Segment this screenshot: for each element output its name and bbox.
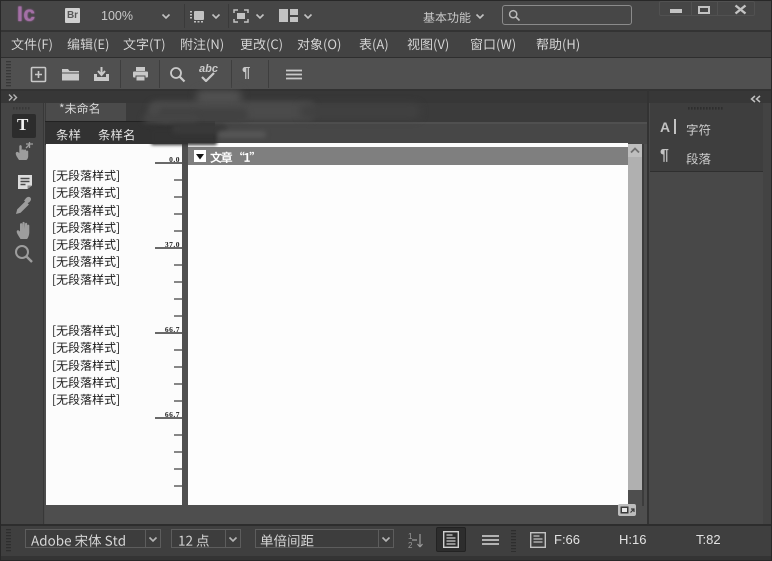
svg-text:2: 2 — [408, 541, 413, 550]
